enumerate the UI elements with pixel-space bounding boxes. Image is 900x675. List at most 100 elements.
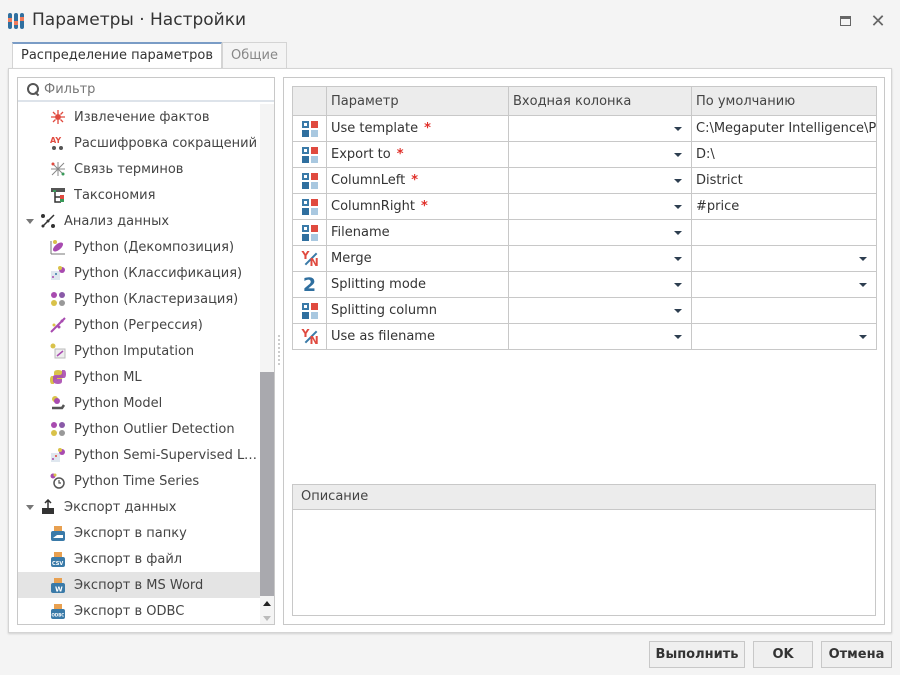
- default-value-dropdown[interactable]: [691, 245, 877, 272]
- tree-item[interactable]: AY Расшифровка сокращений: [18, 130, 260, 156]
- parameter-row[interactable]: Y N Merge: [292, 245, 877, 272]
- tree-item[interactable]: Экспорт в папку: [18, 520, 260, 546]
- tree-item-label: Таксономия: [74, 187, 156, 203]
- dropdown-arrow-icon[interactable]: [674, 283, 682, 287]
- tree-item[interactable]: Python ML: [18, 364, 260, 390]
- dropdown-arrow-icon[interactable]: [674, 179, 682, 183]
- parameter-row[interactable]: Splitting column: [292, 297, 877, 324]
- tree-item[interactable]: CSV Экспорт в файл: [18, 546, 260, 572]
- parameter-column-header[interactable]: Параметр: [326, 86, 509, 116]
- tree-item[interactable]: Экспорт данных: [18, 494, 260, 520]
- export-word-icon: W: [51, 578, 65, 594]
- tree-item[interactable]: Python Imputation: [18, 338, 260, 364]
- parameter-name: Use as filename: [331, 329, 435, 344]
- default-value-field[interactable]: D:\: [691, 141, 877, 168]
- parameter-name-cell: Splitting mode: [326, 271, 509, 298]
- tree-item[interactable]: W Экспорт в MS Word: [18, 572, 260, 598]
- boolean-type-icon: YN: [302, 250, 319, 268]
- tab-general[interactable]: Общие: [222, 42, 287, 69]
- default-value-field[interactable]: District: [691, 167, 877, 194]
- tree-item[interactable]: Python Time Series: [18, 468, 260, 494]
- run-button[interactable]: Выполнить: [649, 641, 745, 668]
- tree-scrollbar[interactable]: [260, 104, 274, 624]
- dropdown-arrow-icon[interactable]: [674, 153, 682, 157]
- dropdown-arrow-icon[interactable]: [859, 283, 867, 287]
- input-column-dropdown[interactable]: [508, 323, 692, 350]
- maximize-button[interactable]: [833, 10, 857, 32]
- tree-item[interactable]: Python (Декомпозиция): [18, 234, 260, 260]
- dropdown-arrow-icon[interactable]: [674, 205, 682, 209]
- parameter-row[interactable]: ColumnRight * #price: [292, 193, 877, 220]
- filter-input[interactable]: [44, 81, 244, 97]
- tree-item[interactable]: ODBC Экспорт в ODBC: [18, 598, 260, 624]
- python-semi-supervised-icon: [51, 448, 65, 462]
- ok-button[interactable]: OK: [753, 641, 813, 668]
- tree-item[interactable]: Анализ данных: [18, 208, 260, 234]
- dropdown-arrow-icon[interactable]: [674, 231, 682, 235]
- parameter-name: Use template: [331, 121, 419, 136]
- python-model-icon: [52, 396, 66, 410]
- tree-item-label: Python Imputation: [74, 343, 195, 359]
- input-column-dropdown[interactable]: [508, 167, 692, 194]
- dropdown-arrow-icon[interactable]: [674, 127, 682, 131]
- input-column-dropdown[interactable]: [508, 219, 692, 246]
- scroll-down-arrow-icon[interactable]: [263, 616, 271, 621]
- default-value-field[interactable]: [691, 297, 877, 324]
- cancel-button[interactable]: Отмена: [821, 641, 892, 668]
- tree-item[interactable]: Python Model: [18, 390, 260, 416]
- parameter-name: Filename: [331, 225, 390, 240]
- dropdown-arrow-icon[interactable]: [859, 257, 867, 261]
- input-column-header[interactable]: Входная колонка: [508, 86, 692, 116]
- tree-item[interactable]: Python (Регрессия): [18, 312, 260, 338]
- tree-item[interactable]: Python Semi-Supervised Le...: [18, 442, 260, 468]
- tree-item-label: Python Time Series: [74, 473, 200, 489]
- tree-item-label: Python Outlier Detection: [74, 421, 235, 437]
- default-value-dropdown[interactable]: [691, 323, 877, 350]
- parameter-row[interactable]: Y N Use as filename: [292, 323, 877, 350]
- parameter-row[interactable]: Use template * C:\Megaputer Intelligence\P…: [292, 115, 877, 142]
- expand-caret-icon[interactable]: [26, 504, 34, 510]
- tab-parameter-distribution[interactable]: Распределение параметров: [12, 42, 223, 69]
- window-title: Параметры · Настройки: [32, 10, 247, 30]
- expand-caret-icon[interactable]: [26, 218, 34, 224]
- input-column-dropdown[interactable]: [508, 193, 692, 220]
- scrollbar-thumb[interactable]: [260, 372, 274, 596]
- close-button[interactable]: ✕: [866, 10, 890, 32]
- default-value-field[interactable]: [691, 219, 877, 246]
- tree-item[interactable]: Python (Классификация): [18, 260, 260, 286]
- dropdown-arrow-icon[interactable]: [674, 309, 682, 313]
- tree-item[interactable]: Таксономия: [18, 182, 260, 208]
- taxonomy-icon: [51, 188, 65, 203]
- svg-text:W: W: [55, 586, 63, 594]
- tree-item-label: Экспорт в ODBC: [74, 603, 185, 619]
- column-type-icon: [301, 198, 318, 215]
- input-column-dropdown[interactable]: [508, 271, 692, 298]
- input-column-dropdown[interactable]: [508, 141, 692, 168]
- dropdown-arrow-icon[interactable]: [674, 257, 682, 261]
- parameters-panel: Параметр Входная колонка По умолчанию Us…: [283, 77, 885, 625]
- default-value-field[interactable]: #price: [691, 193, 877, 220]
- tree-item-label: Python (Кластеризация): [74, 291, 239, 307]
- input-column-dropdown[interactable]: [508, 115, 692, 142]
- tree-item-label: Python (Классификация): [74, 265, 243, 281]
- default-value-field[interactable]: C:\Megaputer Intelligence\Po: [691, 115, 877, 142]
- parameter-row[interactable]: ColumnLeft * District: [292, 167, 877, 194]
- default-value-dropdown[interactable]: [691, 271, 877, 298]
- dropdown-arrow-icon[interactable]: [674, 335, 682, 339]
- term-link-icon: [51, 162, 65, 176]
- tree-item[interactable]: Связь терминов: [18, 156, 260, 182]
- panel-splitter-handle[interactable]: [277, 334, 281, 366]
- app-icon: [8, 13, 24, 29]
- input-column-dropdown[interactable]: [508, 245, 692, 272]
- tree-item[interactable]: Извлечение фактов: [18, 104, 260, 130]
- input-column-dropdown[interactable]: [508, 297, 692, 324]
- tree-item[interactable]: Python Outlier Detection: [18, 416, 260, 442]
- tree-item-label: Python ML: [74, 369, 142, 385]
- parameter-row[interactable]: Filename: [292, 219, 877, 246]
- default-column-header[interactable]: По умолчанию: [691, 86, 877, 116]
- scroll-up-arrow-icon[interactable]: [263, 601, 271, 606]
- parameter-row[interactable]: Export to * D:\: [292, 141, 877, 168]
- tree-item[interactable]: Python (Кластеризация): [18, 286, 260, 312]
- parameter-row[interactable]: 2 Splitting mode: [292, 271, 877, 298]
- dropdown-arrow-icon[interactable]: [859, 335, 867, 339]
